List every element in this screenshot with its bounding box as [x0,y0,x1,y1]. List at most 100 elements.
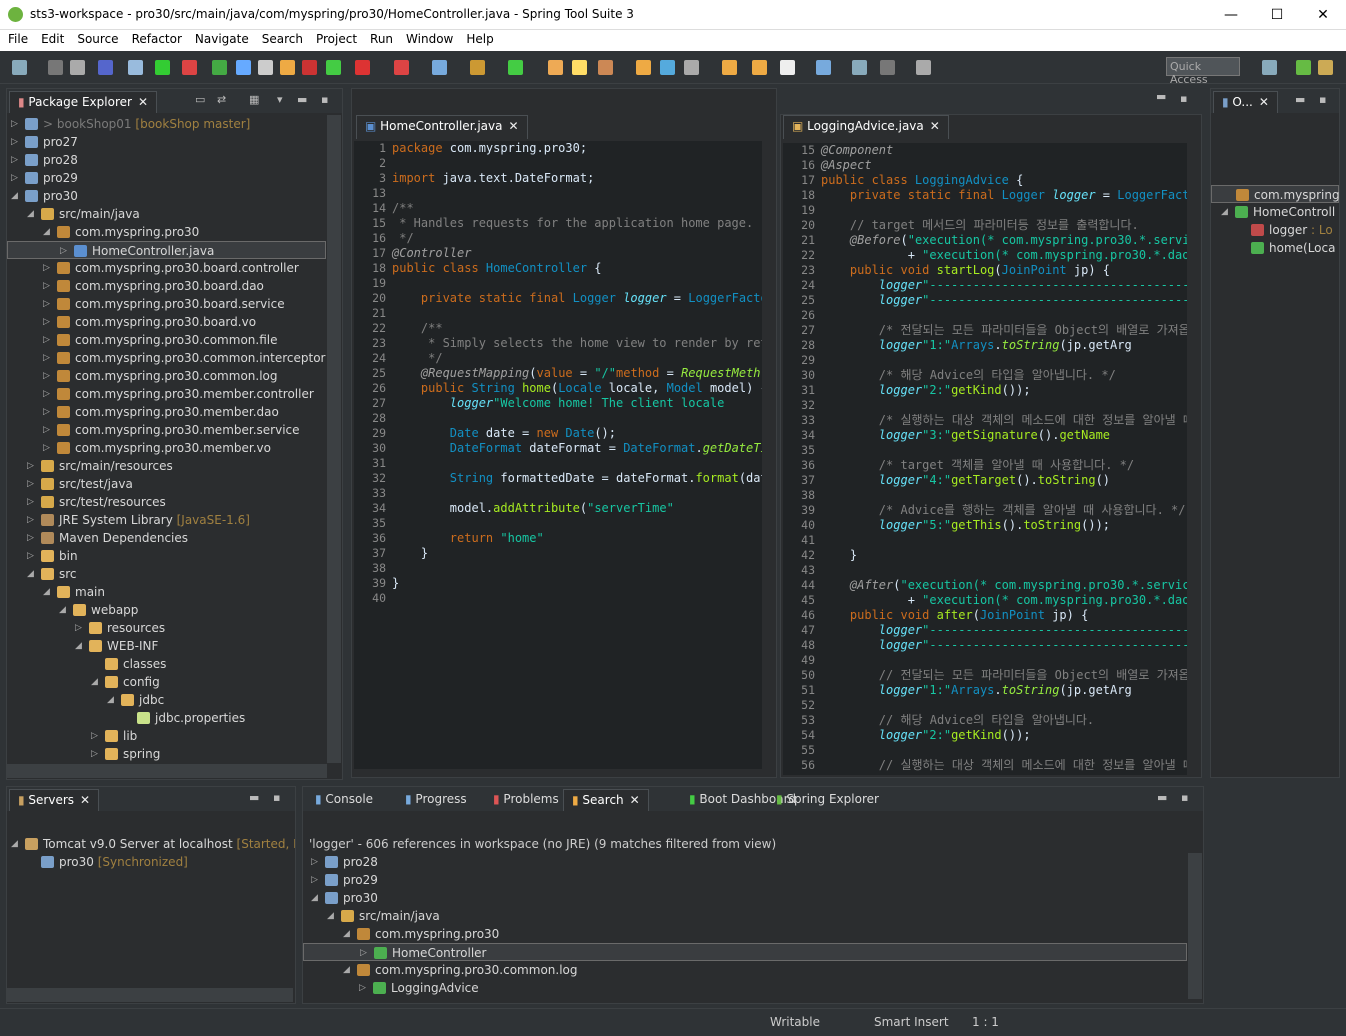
toolbar-button-6[interactable] [182,60,197,75]
expand-icon[interactable]: ▷ [43,367,53,385]
toolbar-button-0[interactable] [12,60,27,75]
toolbar-button-22[interactable] [660,60,675,75]
tree-item[interactable]: ▷ resources [7,619,326,637]
collapse-icon[interactable]: ◢ [11,187,21,205]
maximize-view-icon[interactable]: ▪ [1319,93,1326,106]
collapse-icon[interactable]: ◢ [59,601,69,619]
toolbar-button-26[interactable] [780,60,795,75]
menu-run[interactable]: Run [362,30,398,46]
expand-icon[interactable]: ▷ [43,259,53,277]
toolbar-button-1[interactable] [48,60,63,75]
toolbar-button-17[interactable] [508,60,523,75]
expand-icon[interactable]: ▷ [27,529,37,547]
expand-icon[interactable]: ▷ [60,242,70,260]
toolbar-button-8[interactable] [236,60,251,75]
close-icon[interactable]: ✕ [80,793,90,807]
tree-item[interactable]: pro30 [Synchronized] [7,853,295,871]
toolbar-button-18[interactable] [548,60,563,75]
tree-item[interactable]: ▷ com.myspring.pro30.member.vo [7,439,326,457]
expand-icon[interactable]: ▷ [311,871,321,889]
collapse-icon[interactable]: ◢ [27,565,37,583]
collapse-icon[interactable]: ◢ [43,583,53,601]
expand-icon[interactable]: ▷ [43,331,53,349]
code-editor-loggingadvice[interactable]: 15 16 17 18 19 20 21 22 23 24 25 26 27 28 29 30 31 32 33 34… [783,143,1187,775]
maximize-view-icon[interactable]: ▪ [321,93,328,106]
close-icon[interactable]: ✕ [630,793,640,807]
view-menu-icon[interactable]: ▾ [277,93,283,106]
tree-item[interactable]: ▷ com.myspring.pro30.common.interceptor [7,349,326,367]
collapse-icon[interactable]: ◢ [91,673,101,691]
tree-item[interactable]: ◢ pro30 [7,187,326,205]
collapse-icon[interactable]: ◢ [43,223,53,241]
tree-item[interactable]: ▷ lib [7,727,326,745]
toolbar-button-14[interactable] [394,60,409,75]
menu-file[interactable]: File [0,30,33,46]
tree-item[interactable]: ◢ src [7,565,326,583]
tree-item[interactable]: ▷ com.myspring.pro30.member.dao [7,403,326,421]
menu-navigate[interactable]: Navigate [187,30,254,46]
perspective-icon-2[interactable] [1318,60,1333,75]
expand-icon[interactable]: ▷ [43,421,53,439]
toolbar-button-20[interactable] [598,60,613,75]
quick-access-input[interactable]: Quick Access [1166,57,1240,86]
tree-item[interactable]: ▷ src/main/resources [7,457,326,475]
tree-item[interactable]: ◢ com.myspring.pro30 [7,223,326,241]
toolbar-button-23[interactable] [684,60,699,75]
tree-item[interactable]: ▷ pro27 [7,133,326,151]
maximize-button[interactable]: ☐ [1262,4,1292,26]
toolbar-button-30[interactable] [916,60,931,75]
collapse-all-icon[interactable]: ▭ [195,93,205,106]
search-scrollbar[interactable] [1188,853,1202,999]
tree-item[interactable]: ▷ bin [7,547,326,565]
minimize-view-icon[interactable]: ▬ [297,93,307,106]
menu-edit[interactable]: Edit [33,30,69,46]
close-icon[interactable]: ✕ [138,95,148,109]
expand-icon[interactable]: ▷ [43,439,53,457]
minimize-view-icon[interactable]: ▬ [1157,791,1167,804]
tab-loggingadvice[interactable]: ▣ LoggingAdvice.java ✕ [783,115,949,139]
menu-refactor[interactable]: Refactor [124,30,187,46]
tree-item[interactable]: home(Loca [1211,239,1339,257]
tab-console[interactable]: ▮ Console [307,789,381,811]
collapse-icon[interactable]: ◢ [327,907,337,925]
tree-item[interactable]: ▷ spring [7,745,326,763]
close-icon[interactable]: ✕ [1259,95,1269,109]
toolbar-button-10[interactable] [280,60,295,75]
tree-item[interactable]: ▷ pro29 [303,871,1187,889]
expand-icon[interactable]: ▷ [359,979,369,997]
toolbar-button-21[interactable] [636,60,651,75]
menu-window[interactable]: Window [398,30,458,46]
maximize-editor-icon[interactable]: ▪ [1180,92,1187,105]
tree-item[interactable]: com.myspring [1211,185,1339,203]
tab-package-explorer[interactable]: ▮ Package Explorer ✕ [9,91,158,113]
close-icon[interactable]: ✕ [508,119,518,133]
expand-icon[interactable]: ▷ [43,277,53,295]
tree-item[interactable]: ▷ HomeController [303,943,1187,961]
tree-item[interactable]: ▷ pro29 [7,169,326,187]
toolbar-button-25[interactable] [752,60,767,75]
tab-servers[interactable]: ▮ Servers ✕ [9,789,100,811]
tree-item[interactable]: ▷ com.myspring.pro30.board.service [7,295,326,313]
tree-item[interactable]: ▷ com.myspring.pro30.board.vo [7,313,326,331]
collapse-icon[interactable]: ◢ [75,637,85,655]
tree-item[interactable]: ◢ src/main/java [303,907,1187,925]
expand-icon[interactable]: ▷ [91,745,101,763]
tree-item[interactable]: ◢ webapp [7,601,326,619]
close-button[interactable]: ✕ [1308,4,1338,26]
tree-item[interactable]: ◢ main [7,583,326,601]
perspective-icon-0[interactable] [1262,60,1277,75]
collapse-icon[interactable]: ◢ [343,925,353,943]
maximize-view-icon[interactable]: ▪ [1181,791,1188,804]
tree-item[interactable]: ▷ com.myspring.pro30.board.dao [7,277,326,295]
package-explorer-hscrollbar[interactable] [7,764,327,778]
tree-item[interactable]: ▷ src/test/resources [7,493,326,511]
tree-item[interactable]: ◢ com.myspring.pro30.common.log [303,961,1187,979]
collapse-icon[interactable]: ◢ [1221,203,1231,221]
tree-item[interactable]: ◢ pro30 [303,889,1187,907]
tab-outline[interactable]: ▮ O... ✕ [1213,91,1278,113]
toolbar-button-12[interactable] [326,60,341,75]
minimize-view-icon[interactable]: ▬ [249,791,259,804]
toolbar-button-13[interactable] [355,60,370,75]
tree-item[interactable]: ▷ Maven Dependencies [7,529,326,547]
tree-item[interactable]: ▷ com.myspring.pro30.common.log [7,367,326,385]
